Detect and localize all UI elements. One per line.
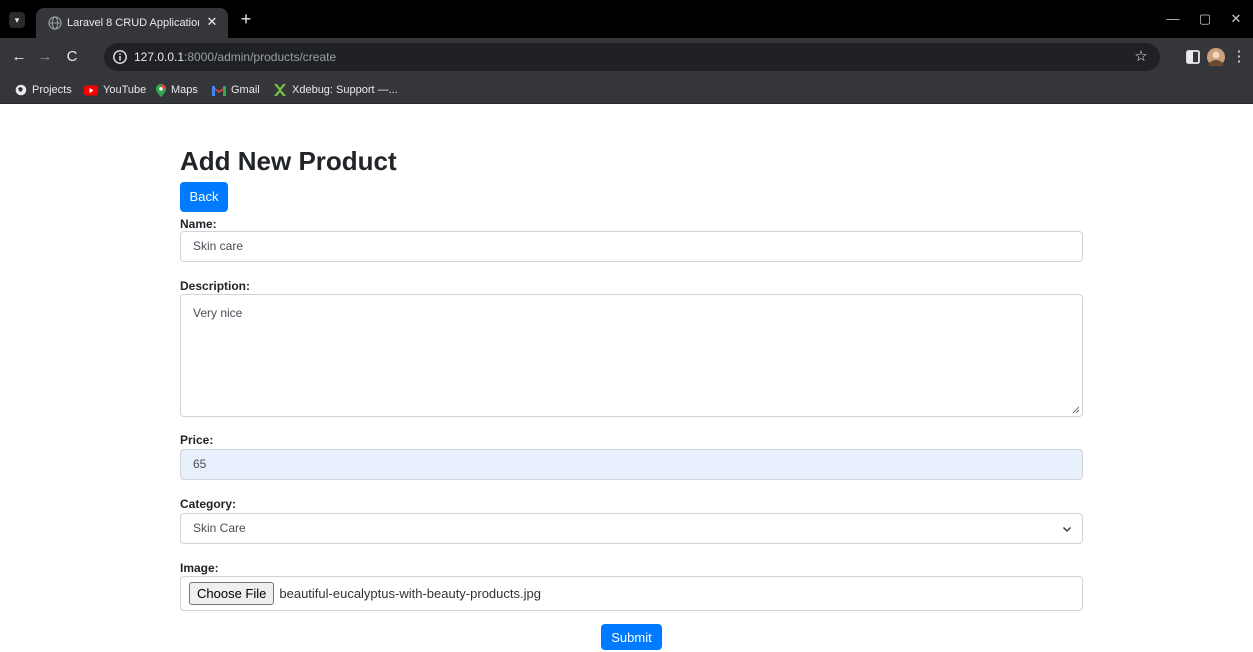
bookmark-xdebug[interactable]: Xdebug: Support —... [273,81,398,99]
bookmark-star-icon[interactable]: ☆ [1131,47,1151,67]
bookmark-maps[interactable]: Maps [156,81,198,99]
name-input[interactable]: Skin care [180,231,1083,262]
maps-pin-icon [156,83,166,97]
new-tab-button[interactable]: + [236,9,256,29]
tab-title: Laravel 8 CRUD Application - la [67,17,199,29]
bookmark-label: YouTube [103,84,147,96]
back-arrow-icon[interactable]: ← [10,48,28,66]
address-bar[interactable]: 127.0.0.1:8000/admin/products/create ☆ [104,43,1160,71]
site-info-icon[interactable] [112,49,128,65]
category-select[interactable]: Skin Care [180,513,1083,544]
bookmark-label: Xdebug: Support —... [292,84,398,96]
price-input[interactable]: 65 [180,449,1083,480]
globe-icon [15,84,27,96]
browser-tab-active[interactable]: Laravel 8 CRUD Application - la ✕ [36,8,228,38]
xdebug-icon [274,84,286,96]
bookmarks-bar: Projects YouTube Maps Gmail Xdebug: Supp… [0,76,1253,104]
url-path: :8000/admin/products/create [184,50,337,64]
restore-icon[interactable]: ▢ [1196,10,1214,28]
page-viewport: Add New Product Back Name: Skin care Des… [0,104,1253,650]
url-host: 127.0.0.1 [134,50,185,64]
url-text: 127.0.0.1:8000/admin/products/create [134,50,336,64]
page-title: Add New Product [180,146,397,176]
close-window-icon[interactable]: ✕ [1227,10,1245,28]
profile-avatar-icon[interactable] [1206,47,1226,67]
gmail-icon [212,85,226,96]
description-textarea[interactable]: Very nice [180,294,1083,417]
side-panel-icon[interactable] [1183,47,1203,67]
category-selected-value: Skin Care [193,521,246,535]
youtube-icon [84,85,98,95]
bookmark-label: Gmail [231,84,260,96]
resize-grip-icon[interactable] [1072,406,1079,413]
description-label: Description: [180,279,251,293]
minimize-icon[interactable]: — [1164,10,1182,28]
choose-file-button[interactable]: Choose File [189,582,275,605]
menu-kebab-icon[interactable]: ⋮ [1230,48,1248,66]
submit-button[interactable]: Submit [601,624,662,650]
globe-icon [48,16,62,30]
bookmark-gmail[interactable]: Gmail [212,81,260,99]
back-button[interactable]: Back [180,182,228,212]
category-label: Category: [180,497,237,511]
forward-arrow-icon[interactable]: → [36,48,54,66]
selected-file-name: beautiful-eucalyptus-with-beauty-product… [279,586,541,601]
tab-close-icon[interactable]: ✕ [204,14,220,30]
price-label: Price: [180,433,214,447]
bookmark-youtube[interactable]: YouTube [84,81,146,99]
tab-search-button[interactable]: ▾ [9,12,25,28]
image-file-input[interactable]: Choose File beautiful-eucalyptus-with-be… [180,576,1083,611]
browser-toolbar: ← → C 127.0.0.1:8000/admin/products/crea… [0,38,1253,76]
tab-strip: ▾ Laravel 8 CRUD Application - la ✕ + — … [0,0,1253,38]
chevron-down-icon [1062,526,1072,533]
bookmark-label: Maps [171,84,198,96]
description-text: Very nice [193,306,243,320]
image-label: Image: [180,561,219,575]
bookmark-projects[interactable]: Projects [15,81,72,99]
reload-icon[interactable]: C [63,48,81,66]
bookmark-label: Projects [32,84,72,96]
name-label: Name: [180,217,217,231]
